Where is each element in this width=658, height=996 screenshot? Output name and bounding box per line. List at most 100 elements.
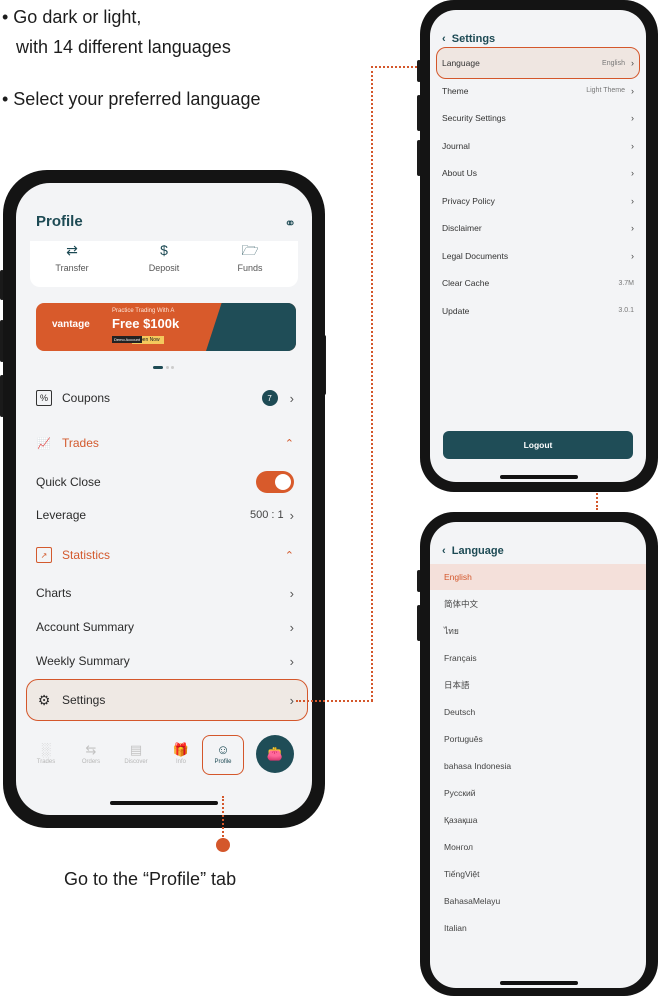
chevron-right-icon: › xyxy=(289,692,294,708)
connector-dot xyxy=(216,838,230,852)
coupon-count-badge: 7 xyxy=(261,390,278,406)
statistics-section[interactable]: ↗ Statistics ⌃ xyxy=(36,543,294,567)
language-option[interactable]: 简体中文 xyxy=(430,591,646,617)
banner-headline: Free $100k xyxy=(112,316,180,331)
language-option[interactable]: Português xyxy=(430,726,646,752)
banner-tagline: Practice Trading With A xyxy=(112,308,175,314)
headset-icon[interactable]: ⚭ xyxy=(284,215,296,232)
statistics-icon: ↗ xyxy=(36,547,52,563)
settings-item-legal-documents[interactable]: Legal Documents › xyxy=(442,245,634,267)
settings-item-language[interactable]: Language English › xyxy=(442,52,634,74)
chevron-right-icon: › xyxy=(289,585,294,601)
language-option[interactable]: Français xyxy=(430,645,646,671)
leverage-row[interactable]: Leverage 500 : 1 › xyxy=(36,503,294,527)
settings-item-update[interactable]: Update 3.0.1 xyxy=(442,300,634,322)
chevron-right-icon: › xyxy=(631,58,634,68)
chevron-right-icon: › xyxy=(631,223,634,233)
settings-item-label: Legal Documents xyxy=(442,250,509,261)
settings-row[interactable]: ⚙ Settings › xyxy=(36,688,294,712)
carousel-dots xyxy=(153,366,163,369)
settings-item-label: Language xyxy=(442,58,480,68)
back-icon[interactable]: ‹ xyxy=(442,33,452,45)
settings-item-clear-cache[interactable]: Clear Cache 3.7M xyxy=(442,272,634,294)
orders-icon: ⇆ xyxy=(85,742,97,757)
chevron-right-icon: › xyxy=(631,195,634,206)
language-option[interactable]: Қазақша xyxy=(430,807,646,833)
caption-bullet-1-cont: with 14 different languages xyxy=(16,37,231,57)
chevron-right-icon: › xyxy=(631,113,634,123)
settings-header: ‹ Settings xyxy=(442,33,496,45)
caption-bullet-2: • Select your preferred language xyxy=(2,89,261,109)
caption-bottom: Go to the “Profile” tab xyxy=(64,869,237,889)
settings-screen: ‹ Settings Language English › Theme Light Th… xyxy=(430,10,646,482)
language-option[interactable]: bahasa Indonesia xyxy=(430,753,646,779)
trades-section[interactable]: 📈 Trades ⌃ xyxy=(36,431,294,455)
chevron-right-icon: › xyxy=(631,140,634,151)
settings-item-about-us[interactable]: About Us › xyxy=(442,162,634,184)
settings-item-value: Light Theme xyxy=(586,87,625,94)
language-option[interactable]: TiếngViệt xyxy=(430,861,646,887)
settings-item-security-settings[interactable]: Security Settings › xyxy=(442,107,634,129)
settings-item-label: Journal xyxy=(442,140,470,151)
caption-bullet-1: • Go dark or light, xyxy=(2,7,142,27)
language-option[interactable]: Монгол xyxy=(430,834,646,860)
page-title: Profile xyxy=(36,213,83,230)
profile-screen: Profile ⚭ ⇄ Transfer $ Deposit 🗁 Funds vant… xyxy=(16,183,312,815)
chevron-right-icon: › xyxy=(289,619,294,635)
language-option[interactable]: 日本語 xyxy=(430,672,646,698)
deposit-icon: $ xyxy=(160,242,168,258)
settings-item-value: English xyxy=(602,59,625,67)
tab-discover[interactable]: ▤ Discover xyxy=(116,741,156,765)
chevron-right-icon: › xyxy=(631,168,634,178)
chevron-up-icon: ⌃ xyxy=(284,549,294,562)
settings-item-journal[interactable]: Journal › xyxy=(442,135,634,157)
funds-button[interactable]: 🗁 Funds xyxy=(210,241,290,273)
language-option[interactable]: ไทย xyxy=(430,618,646,644)
language-option[interactable]: BahasaMelayu xyxy=(430,888,646,914)
settings-item-label: Clear Cache xyxy=(442,278,490,288)
charts-row[interactable]: Charts › xyxy=(36,581,294,605)
settings-item-label: Security Settings xyxy=(442,113,506,123)
chevron-right-icon: › xyxy=(289,507,294,523)
settings-item-label: Update xyxy=(442,305,470,316)
chevron-right-icon: › xyxy=(289,653,294,669)
quick-close-toggle[interactable] xyxy=(256,471,294,493)
tab-info[interactable]: 🎁 Info xyxy=(161,741,201,765)
logout-button[interactable]: Logout xyxy=(443,431,633,459)
language-phone: ‹ Language English 简体中文 ไทย Français 日本語 Deut… xyxy=(420,512,658,996)
coupons-row[interactable]: % Coupons 7 › xyxy=(36,386,294,410)
settings-item-label: Disclaimer xyxy=(442,223,482,233)
transfer-button[interactable]: ⇄ Transfer xyxy=(32,241,112,273)
connector-settings xyxy=(296,700,373,702)
settings-item-disclaimer[interactable]: Disclaimer › xyxy=(442,217,634,239)
discover-icon: ▤ xyxy=(129,742,143,757)
settings-item-theme[interactable]: Theme Light Theme › xyxy=(442,80,634,102)
settings-item-label: Theme xyxy=(442,85,469,96)
funds-icon: 🗁 xyxy=(241,242,259,258)
language-option[interactable]: Italian xyxy=(430,915,646,941)
deposit-button[interactable]: $ Deposit xyxy=(124,241,204,273)
chevron-up-icon: ⌃ xyxy=(284,437,294,450)
percent-icon: % xyxy=(36,390,52,406)
tab-trades[interactable]: ░ Trades xyxy=(26,741,66,765)
tab-profile[interactable]: ☺ Profile xyxy=(203,741,243,765)
connector-profile-tab xyxy=(222,796,224,840)
settings-item-value: 3.0.1 xyxy=(618,307,634,314)
quick-actions-card: ⇄ Transfer $ Deposit 🗁 Funds xyxy=(30,241,298,287)
account-summary-row[interactable]: Account Summary › xyxy=(36,615,294,639)
weekly-summary-row[interactable]: Weekly Summary › xyxy=(36,649,294,673)
back-icon[interactable]: ‹ xyxy=(442,545,452,557)
language-option[interactable]: Русский xyxy=(430,780,646,806)
tab-orders[interactable]: ⇆ Orders xyxy=(71,741,111,765)
vantage-logo: vantage xyxy=(52,319,90,330)
promo-banner[interactable]: vantage Practice Trading With A Free $10… xyxy=(36,303,296,351)
bottom-tab-bar: ░ Trades ⇆ Orders ▤ Discover 🎁 Info ☺ Profile xyxy=(16,735,312,785)
banner-demo-tag: Demo Account xyxy=(112,336,143,343)
language-option[interactable]: English xyxy=(430,564,646,590)
language-option[interactable]: Deutsch xyxy=(430,699,646,725)
person-icon: ☺ xyxy=(216,742,230,757)
settings-item-privacy-policy[interactable]: Privacy Policy › xyxy=(442,190,634,212)
language-screen: ‹ Language English 简体中文 ไทย Français 日本語 Deut… xyxy=(430,522,646,988)
chevron-right-icon: › xyxy=(289,390,294,406)
profile-phone: Profile ⚭ ⇄ Transfer $ Deposit 🗁 Funds vant… xyxy=(3,170,325,828)
